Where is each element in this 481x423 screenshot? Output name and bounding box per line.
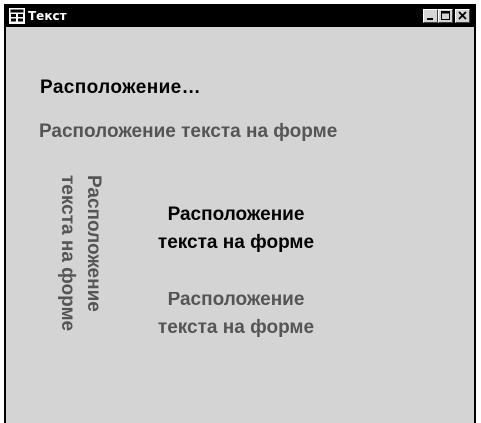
close-button[interactable] (455, 9, 470, 23)
label-clipped: Расположение текста на форме (126, 292, 346, 341)
minimize-icon (427, 18, 433, 20)
maximize-button[interactable] (438, 9, 453, 23)
form-client-area: Расположение… Расположение текста на фор… (6, 27, 474, 423)
close-icon (458, 11, 467, 20)
label-centered: Расположение текста на форме (126, 201, 346, 257)
label-vertical-line-2: текста на форме (57, 175, 78, 332)
label-short: Расположение… (40, 77, 202, 98)
minimize-button[interactable] (423, 9, 438, 23)
label-centered-line-2: текста на форме (157, 232, 315, 253)
label-centered-line-1: Расположение (167, 204, 305, 225)
label-horizontal: Расположение текста на форме (39, 121, 338, 142)
form-window: Текст Расположение… Расположение текста … (4, 4, 476, 423)
label-clipped-line-1: Расположение (167, 292, 305, 310)
label-vertical-line-1: Расположение (83, 175, 104, 312)
app-icon[interactable] (9, 8, 25, 24)
label-clipped-line-2: текста на форме (157, 317, 315, 338)
window-title: Текст (28, 9, 67, 23)
title-bar[interactable]: Текст (6, 6, 474, 27)
maximize-icon (441, 11, 450, 20)
label-vertical: Расположение текста на форме (42, 175, 106, 395)
